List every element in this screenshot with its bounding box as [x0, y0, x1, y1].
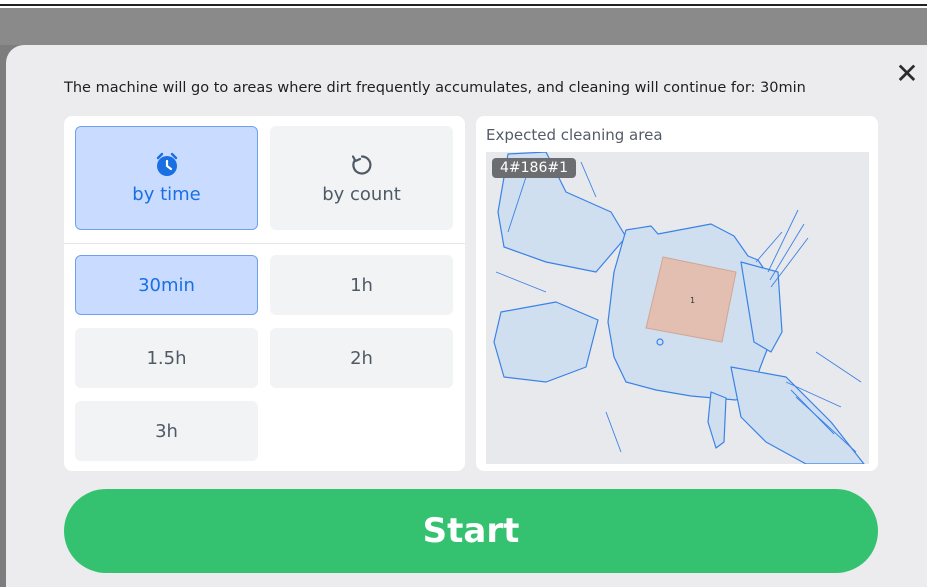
map-drawing: 1 — [493, 152, 865, 464]
cleaning-map[interactable]: 1 4#186#1 — [486, 152, 869, 464]
mode-by-count-label: by count — [322, 183, 401, 205]
alarm-clock-icon — [154, 152, 180, 178]
map-name-badge: 4#186#1 — [492, 158, 576, 178]
duration-1.5h-button[interactable]: 1.5h — [75, 328, 258, 388]
close-button[interactable]: ✕ — [893, 60, 921, 88]
zone-label: 1 — [690, 296, 695, 305]
close-icon: ✕ — [895, 57, 919, 90]
mode-by-count-button[interactable]: by count — [270, 126, 453, 230]
area-title: Expected cleaning area — [486, 126, 663, 144]
mode-by-time-button[interactable]: by time — [75, 126, 258, 230]
dialog-description: The machine will go to areas where dirt … — [64, 80, 806, 96]
mode-by-time-label: by time — [132, 183, 201, 205]
duration-3h-button[interactable]: 3h — [75, 401, 258, 461]
options-panel: by time by count 30min 1h 1.5h 2h 3h — [64, 116, 465, 471]
refresh-icon — [350, 152, 374, 178]
duration-2h-button[interactable]: 2h — [270, 328, 453, 388]
start-button[interactable]: Start — [64, 489, 878, 573]
duration-1h-button[interactable]: 1h — [270, 255, 453, 315]
divider — [64, 243, 465, 244]
area-panel: Expected cleaning area 1 4#186#1 — [476, 116, 878, 471]
background-overlay — [0, 8, 927, 45]
duration-30min-button[interactable]: 30min — [75, 255, 258, 315]
status-bar — [0, 0, 927, 8]
